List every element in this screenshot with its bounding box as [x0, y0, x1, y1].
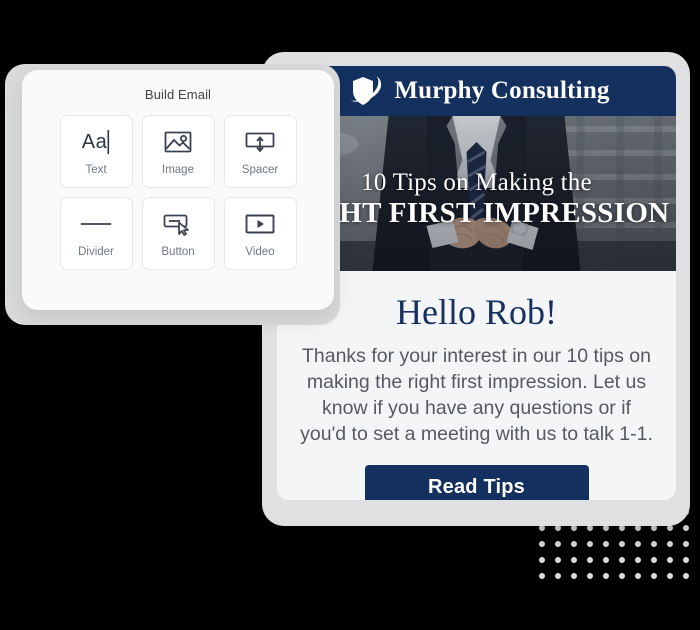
grid-dot — [587, 541, 593, 547]
grid-dot — [635, 573, 641, 579]
image-icon — [164, 127, 192, 157]
grid-dot — [619, 573, 625, 579]
shield-swoosh-logo — [350, 76, 382, 105]
screenshot-stage: Murphy Consulting 10 Tips on Making the … — [0, 0, 700, 630]
grid-dot — [603, 557, 609, 563]
grid-dot — [683, 525, 689, 531]
block-tile-video[interactable]: Video — [223, 197, 297, 270]
build-email-panel: Build Email Aa Text Image Spacer Divider… — [22, 70, 334, 310]
text-cursor-icon — [107, 130, 110, 154]
build-email-tile-grid: Aa Text Image Spacer Divider Button Vide… — [22, 115, 334, 270]
grid-dot — [619, 541, 625, 547]
grid-dot — [539, 573, 545, 579]
grid-dot — [603, 541, 609, 547]
block-tile-label: Video — [245, 246, 275, 258]
grid-dot — [651, 541, 657, 547]
read-tips-button[interactable]: Read Tips — [364, 465, 589, 500]
grid-dot — [683, 541, 689, 547]
text-aa-icon: Aa — [82, 127, 110, 157]
block-tile-label: Button — [161, 246, 195, 258]
block-tile-label: Spacer — [241, 164, 279, 176]
email-body-copy: Thanks for your interest in our 10 tips … — [300, 345, 653, 445]
block-tile-text[interactable]: Aa Text — [59, 115, 133, 188]
grid-dot — [651, 557, 657, 563]
grid-dot — [603, 573, 609, 579]
grid-dot — [587, 573, 593, 579]
spacer-icon — [245, 127, 275, 157]
grid-dot — [555, 557, 561, 563]
block-tile-image[interactable]: Image — [141, 115, 215, 188]
block-tile-spacer[interactable]: Spacer — [223, 115, 297, 188]
brand-name: Murphy Consulting — [394, 77, 610, 104]
grid-dot — [539, 557, 545, 563]
grid-dot — [571, 541, 577, 547]
grid-dot — [571, 557, 577, 563]
grid-dot — [555, 573, 561, 579]
block-tile-label: Text — [85, 164, 107, 176]
grid-dot — [635, 557, 641, 563]
grid-dot — [667, 557, 673, 563]
text-aa-glyph: Aa — [81, 130, 108, 153]
grid-dot — [539, 541, 545, 547]
grid-dot — [587, 557, 593, 563]
block-tile-divider[interactable]: Divider — [59, 197, 133, 270]
block-tile-label: Image — [162, 164, 194, 176]
block-tile-button[interactable]: Button — [141, 197, 215, 270]
divider-icon — [80, 209, 112, 239]
grid-dot — [619, 557, 625, 563]
grid-dot — [635, 541, 641, 547]
grid-dot — [683, 557, 689, 563]
grid-dot — [683, 573, 689, 579]
grid-dot — [571, 573, 577, 579]
video-play-icon — [245, 209, 275, 239]
build-email-title: Build Email — [144, 87, 212, 102]
email-greeting: Hello Rob! — [396, 292, 557, 332]
grid-dot — [651, 573, 657, 579]
button-cursor-icon — [163, 209, 193, 239]
grid-dot — [667, 573, 673, 579]
grid-dot — [555, 541, 561, 547]
block-tile-label: Divider — [78, 246, 114, 258]
grid-dot — [667, 541, 673, 547]
